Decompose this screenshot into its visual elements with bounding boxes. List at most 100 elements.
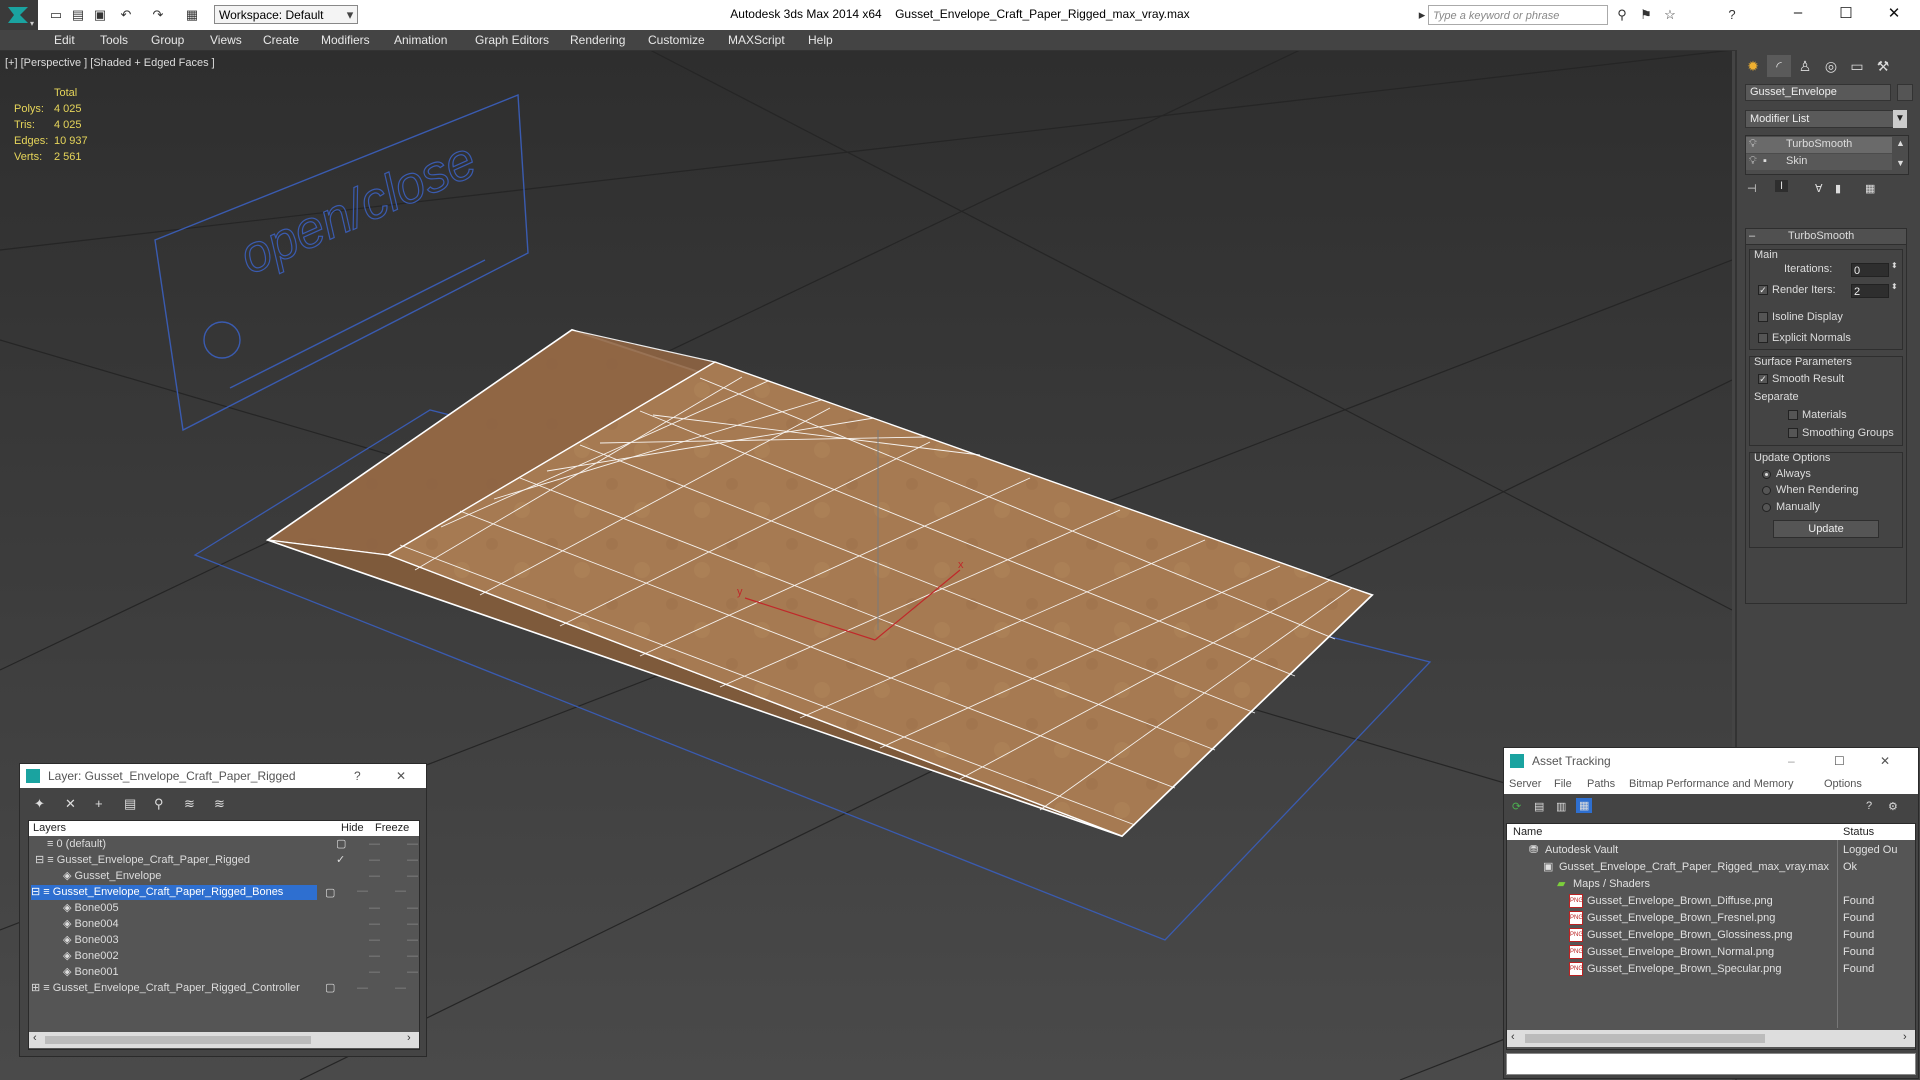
modify-tab-icon[interactable]: ◜ <box>1767 55 1791 77</box>
collapse-icon[interactable]: ⊟ <box>31 886 43 898</box>
layer-row[interactable]: ⊟ ≡ Gusset_Envelope_Craft_Paper_Rigged ✓ —… <box>35 853 418 868</box>
menu-tools[interactable]: Tools <box>100 33 128 47</box>
bulb-icon[interactable]: 💡︎ <box>1749 138 1757 151</box>
stack-item-skin[interactable]: 💡︎ ▪ Skin <box>1746 154 1892 170</box>
show-end-result-icon[interactable]: Ι <box>1775 180 1789 192</box>
menu-paths[interactable]: Paths <box>1587 774 1615 794</box>
menu-options[interactable]: Options <box>1824 774 1862 794</box>
asset-row[interactable]: PNG Gusset_Envelope_Brown_Specular.png Fou… <box>1511 961 1913 978</box>
maximize-button[interactable]: ☐ <box>1826 4 1866 24</box>
menu-file[interactable]: File <box>1554 774 1572 794</box>
menu-views[interactable]: Views <box>210 33 242 47</box>
freeze-toggle[interactable]: — <box>407 965 418 980</box>
explicit-normals-checkbox[interactable] <box>1758 333 1768 343</box>
binoculars-icon[interactable]: ⚲ <box>1614 7 1630 23</box>
hide-toggle[interactable]: — <box>357 981 368 996</box>
freeze-toggle[interactable]: — <box>407 901 418 916</box>
viewport-label[interactable]: [+] [Perspective ] [Shaded + Edged Faces… <box>5 57 215 69</box>
minimize-icon[interactable]: – <box>1788 748 1795 774</box>
refresh-icon[interactable]: ⟳ <box>1512 800 1521 813</box>
asset-row[interactable]: PNG Gusset_Envelope_Brown_Fresnel.png Foun… <box>1511 910 1913 927</box>
modifier-list-dropdown[interactable]: Modifier List <box>1745 110 1907 128</box>
collapse-minus-icon[interactable]: – <box>1749 230 1755 242</box>
help-icon[interactable]: ? <box>354 764 361 788</box>
hide-toggle[interactable]: — <box>369 965 380 980</box>
layer-row[interactable]: ◈ Bone005 — — <box>63 901 445 916</box>
col-status[interactable]: Status <box>1843 824 1874 840</box>
tree-view-icon[interactable]: ▥ <box>1556 800 1566 813</box>
active-layer-icon[interactable]: ▢ <box>325 886 335 899</box>
scroll-right-icon[interactable]: › <box>1903 1031 1907 1043</box>
delete-layer-icon[interactable]: ✕ <box>65 796 76 812</box>
hierarchy-tab-icon[interactable]: ♙ <box>1793 55 1817 77</box>
menu-server[interactable]: Server <box>1509 774 1541 794</box>
menu-modifiers[interactable]: Modifiers <box>321 33 370 47</box>
asset-row[interactable]: PNG Gusset_Envelope_Brown_Normal.png Found <box>1511 944 1913 961</box>
bulb-icon[interactable]: 💡︎ <box>1749 155 1757 168</box>
asset-row[interactable]: ⛃ Autodesk Vault Logged Ou <box>1511 842 1913 859</box>
layer-row[interactable]: ◈ Bone001 — — <box>63 965 445 980</box>
settings-icon[interactable]: ⚙ <box>1888 800 1898 813</box>
freeze-toggle[interactable]: — <box>407 933 418 948</box>
utilities-tab-icon[interactable]: ⚒ <box>1871 55 1895 77</box>
freeze-toggle[interactable]: — <box>407 917 418 932</box>
list-view-icon[interactable]: ▤ <box>1534 800 1544 813</box>
help-icon[interactable]: ? <box>1866 800 1872 812</box>
help-icon[interactable]: ? <box>1724 7 1740 23</box>
modifier-list-chevron-icon[interactable]: ▼ <box>1893 110 1907 128</box>
stack-item-turbosmooth[interactable]: 💡︎ TurboSmooth <box>1746 137 1892 153</box>
when-rendering-radio[interactable] <box>1762 486 1771 495</box>
update-button[interactable]: Update <box>1773 520 1879 538</box>
active-layer-icon[interactable]: ▢ <box>336 837 346 852</box>
menu-group[interactable]: Group <box>151 33 184 47</box>
remove-modifier-icon[interactable]: ▮ <box>1835 182 1841 195</box>
layer-row[interactable]: ◈ Bone003 — — <box>63 933 445 948</box>
smoothing-groups-checkbox[interactable] <box>1788 428 1798 438</box>
menu-maxscript[interactable]: MAXScript <box>728 33 785 47</box>
iterations-spinner[interactable]: 0 <box>1851 263 1889 277</box>
asset-row[interactable]: PNG Gusset_Envelope_Brown_Glossiness.png F… <box>1511 927 1913 944</box>
object-name-field[interactable]: Gusset_Envelope <box>1745 84 1891 101</box>
select-objects-icon[interactable]: ▤ <box>124 796 136 812</box>
col-layers[interactable]: Layers <box>33 821 66 836</box>
hide-toggle[interactable]: — <box>369 933 380 948</box>
hide-toggle[interactable]: — <box>369 837 380 852</box>
smooth-result-checkbox[interactable]: ✓ <box>1758 374 1768 384</box>
always-radio[interactable] <box>1762 470 1771 479</box>
expand-plus-icon[interactable]: ▪ <box>1763 155 1767 167</box>
object-color-swatch[interactable] <box>1897 84 1913 101</box>
layer-row[interactable]: ◈ Bone004 — — <box>63 917 445 932</box>
menu-customize[interactable]: Customize <box>648 33 705 47</box>
layer-window-titlebar[interactable]: Layer: Gusset_Envelope_Craft_Paper_Rigge… <box>20 764 426 788</box>
horizontal-scrollbar[interactable]: ‹ › <box>29 1032 419 1048</box>
spinner-arrows-icon[interactable]: ⬍ <box>1891 282 1898 291</box>
col-hide[interactable]: Hide <box>341 821 364 836</box>
hide-all-icon[interactable]: ≋ <box>184 796 195 812</box>
close-icon[interactable]: ✕ <box>396 764 406 788</box>
current-layer-check-icon[interactable]: ✓ <box>336 853 345 868</box>
render-iters-spinner[interactable]: 2 <box>1851 284 1889 298</box>
layer-row[interactable]: ◈ Bone002 — — <box>63 949 445 964</box>
motion-tab-icon[interactable]: ◎ <box>1819 55 1843 77</box>
col-name[interactable]: Name <box>1513 824 1542 840</box>
isoline-display-checkbox[interactable] <box>1758 312 1768 322</box>
freeze-toggle[interactable]: — <box>395 981 406 996</box>
configure-modifier-sets-icon[interactable]: ▦ <box>1865 182 1875 195</box>
search-input[interactable]: Type a keyword or phrase <box>1428 5 1608 25</box>
display-tab-icon[interactable]: ▭ <box>1845 55 1869 77</box>
hide-toggle[interactable]: — <box>369 901 380 916</box>
manually-radio[interactable] <box>1762 503 1771 512</box>
menu-create[interactable]: Create <box>263 33 299 47</box>
scroll-right-icon[interactable]: › <box>407 1032 411 1044</box>
freeze-toggle[interactable]: — <box>407 853 418 868</box>
asset-row[interactable]: ▰ Maps / Shaders <box>1511 876 1913 893</box>
scroll-left-icon[interactable]: ‹ <box>1511 1031 1515 1043</box>
freeze-all-icon[interactable]: ≋ <box>214 796 225 812</box>
layer-row[interactable]: ⊞ ≡ Gusset_Envelope_Craft_Paper_Rigged_C… <box>31 981 413 996</box>
asset-row[interactable]: ▣ Gusset_Envelope_Craft_Paper_Rigged_max_… <box>1511 859 1913 876</box>
layer-row-selected[interactable]: ⊟ ≡ Gusset_Envelope_Craft_Paper_Rigged_B… <box>31 885 317 900</box>
rollout-header[interactable]: – TurboSmooth <box>1746 229 1906 245</box>
create-layer-icon[interactable]: ✦ <box>34 796 45 812</box>
col-freeze[interactable]: Freeze <box>375 821 409 836</box>
asset-window-titlebar[interactable]: Asset Tracking – ☐ ✕ <box>1504 748 1918 774</box>
